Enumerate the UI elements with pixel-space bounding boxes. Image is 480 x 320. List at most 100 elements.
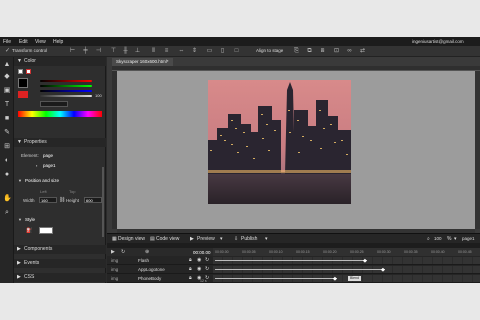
red-slider[interactable]: [40, 80, 92, 82]
left-panel-scrollbar[interactable]: [102, 167, 104, 237]
code-view-icon[interactable]: ▤: [150, 236, 155, 242]
transition-tag[interactable]: Blend: [348, 276, 361, 281]
hex-input[interactable]: [40, 101, 68, 107]
lock-icon[interactable]: ⊡: [333, 48, 340, 54]
flip-icon[interactable]: ⇄: [359, 48, 366, 54]
menu-help[interactable]: Help: [53, 39, 63, 45]
layer-track[interactable]: ◆: [213, 266, 480, 273]
lock-icon[interactable]: 🔒︎: [189, 275, 192, 281]
events-section-header[interactable]: ▶ Events: [14, 259, 106, 268]
text-tool-icon[interactable]: T: [3, 101, 11, 109]
rectangle-tool-icon[interactable]: ■: [3, 115, 11, 123]
match-width-icon[interactable]: ▭: [206, 48, 213, 54]
transform-checkbox-icon[interactable]: ✓: [4, 48, 11, 54]
workspace[interactable]: [117, 71, 475, 229]
link-icon[interactable]: ∞: [346, 48, 353, 54]
keyframe-marker[interactable]: ◆: [381, 267, 385, 273]
element-child-icon[interactable]: ▪: [36, 163, 37, 168]
transform-control-label[interactable]: Transform control: [12, 48, 47, 53]
design-view-icon[interactable]: ▦: [112, 236, 117, 242]
loop-icon[interactable]: ↻: [121, 249, 125, 255]
publish-button[interactable]: Publish: [241, 236, 257, 242]
page-selector[interactable]: page1: [462, 236, 475, 241]
image-tool-icon[interactable]: ▣: [3, 87, 11, 95]
height-input[interactable]: 600: [84, 197, 102, 203]
menu-edit[interactable]: Edit: [19, 39, 28, 45]
page-dropdown-icon[interactable]: ▾: [454, 236, 457, 242]
fill-swatch[interactable]: [26, 69, 31, 74]
preview-button[interactable]: Preview: [197, 236, 215, 242]
add-keyframe-icon[interactable]: ⊕: [145, 249, 149, 255]
zoom-icon[interactable]: ⌕: [427, 236, 430, 242]
css-section-header[interactable]: ▶ CSS: [14, 273, 106, 282]
space-h-icon[interactable]: ⇔: [178, 48, 185, 54]
zoom-tool-icon[interactable]: ⌕: [3, 209, 11, 217]
previous-color-swatch[interactable]: [18, 91, 28, 98]
arrange-icon[interactable]: ⎘: [293, 48, 300, 54]
align-right-icon[interactable]: ⊣: [95, 48, 102, 54]
timeline-layer-row[interactable]: img PhoneBody 🔒︎ ◉ ↻ ◆ Blend: [107, 274, 480, 283]
zoom-level[interactable]: 100: [434, 236, 442, 241]
timeline-layer-row[interactable]: img Flash 🔒︎ ◉ ↻ ◆: [107, 256, 480, 265]
rotate-icon[interactable]: ↻: [205, 266, 209, 272]
layer-track[interactable]: ◆ Blend: [213, 275, 480, 282]
align-middle-icon[interactable]: ╫: [122, 48, 129, 54]
match-size-icon[interactable]: □: [233, 48, 240, 54]
blue-slider[interactable]: [40, 90, 92, 92]
properties-section-header[interactable]: ▼ Properties: [14, 138, 106, 147]
width-input[interactable]: 160: [39, 197, 57, 203]
align-center-icon[interactable]: ╪: [82, 48, 89, 54]
align-bottom-icon[interactable]: ⊥: [134, 48, 141, 54]
components-section-header[interactable]: ▶ Components: [14, 245, 106, 254]
menu-file[interactable]: File: [3, 39, 11, 45]
style-section-title[interactable]: Style: [25, 217, 35, 222]
design-view-tab[interactable]: Design view: [118, 236, 145, 242]
hand-tool-icon[interactable]: ✋: [3, 195, 12, 203]
layer-name[interactable]: PhoneBody: [138, 276, 161, 281]
timeline-ruler[interactable]: 00:00.00 00:00.05 00:00.10 00:00.15 00:00.20…: [213, 248, 480, 256]
play-icon[interactable]: ▶: [111, 249, 115, 255]
element-child[interactable]: page1: [43, 163, 56, 168]
distribute-v-icon[interactable]: ≡: [163, 48, 170, 54]
align-left-icon[interactable]: ⊢: [69, 48, 76, 54]
keyframe-marker[interactable]: ◆: [333, 276, 337, 282]
pen-tool-icon[interactable]: ✎: [3, 129, 11, 137]
layer-name[interactable]: AppLogotone: [138, 267, 165, 272]
alpha-slider[interactable]: [40, 95, 92, 97]
fill-tool-icon[interactable]: ●: [3, 171, 11, 179]
document-tab[interactable]: Skyscraper 160x600.html*: [112, 58, 173, 66]
align-to-stage-label[interactable]: Align to stage: [256, 48, 283, 53]
stroke-swatch[interactable]: [18, 69, 23, 74]
rotate-icon[interactable]: ↻: [205, 257, 209, 263]
ungroup-icon[interactable]: ⧈: [319, 48, 326, 54]
publish-dropdown-icon[interactable]: ▾: [265, 236, 268, 242]
current-color-swatch[interactable]: [18, 78, 28, 88]
visibility-eye-icon[interactable]: ◉: [197, 257, 201, 263]
select-tool-icon[interactable]: ▲: [3, 61, 11, 69]
visibility-eye-icon[interactable]: ◉: [197, 266, 201, 272]
publish-icon[interactable]: ⇩: [234, 236, 238, 242]
code-view-tab[interactable]: Code view: [156, 236, 179, 242]
align-top-icon[interactable]: ⊤: [110, 48, 117, 54]
lock-icon[interactable]: 🔒︎: [189, 257, 192, 263]
layer-track[interactable]: ◆: [213, 257, 480, 264]
space-v-icon[interactable]: ⇕: [191, 48, 198, 54]
style-fill-swatch[interactable]: [39, 227, 53, 234]
distribute-h-icon[interactable]: ⫴: [150, 48, 157, 54]
lock-icon[interactable]: 🔒︎: [189, 266, 192, 272]
stage[interactable]: [208, 80, 351, 204]
color-section-header[interactable]: ▼ Color: [14, 57, 106, 66]
preview-icon[interactable]: ▶: [190, 236, 194, 242]
link-dimensions-icon[interactable]: ⛓: [59, 197, 65, 203]
green-slider[interactable]: [40, 85, 92, 87]
match-height-icon[interactable]: ▯: [219, 48, 226, 54]
keyframe-marker[interactable]: ◆: [363, 258, 367, 264]
color-tool-icon[interactable]: ◐: [3, 157, 11, 165]
transform-tool-icon[interactable]: ⊞: [3, 143, 11, 151]
preview-dropdown-icon[interactable]: ▾: [220, 236, 223, 242]
timeline-layer-row[interactable]: img AppLogotone 🔒︎ ◉ ↻ ◆: [107, 265, 480, 274]
canvas-vertical-scrollbar[interactable]: [475, 71, 480, 229]
subselect-tool-icon[interactable]: ◆: [3, 73, 11, 81]
fill-bucket-icon[interactable]: ⛽: [26, 228, 32, 234]
hue-spectrum[interactable]: [18, 111, 102, 117]
